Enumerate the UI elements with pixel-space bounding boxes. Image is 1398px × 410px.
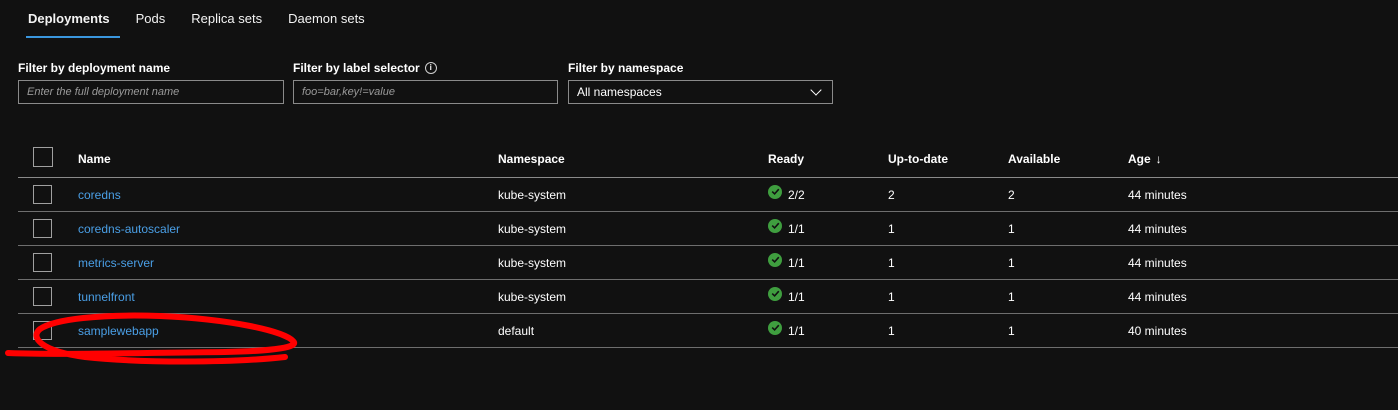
ready-value: 1/1	[788, 221, 805, 236]
namespace-filter: Filter by namespace All namespaces	[568, 60, 833, 104]
tab-deployments[interactable]: Deployments	[18, 0, 120, 38]
namespace-filter-label-text: Filter by namespace	[568, 61, 684, 75]
header-name[interactable]: Name	[78, 140, 111, 177]
available-cell: 1	[1008, 255, 1015, 270]
age-cell: 44 minutes	[1128, 187, 1187, 202]
deployment-name-link[interactable]: coredns	[78, 188, 121, 202]
table-row[interactable]: coredns kube-system 2/2 2 2 44 minutes	[18, 178, 1398, 212]
table-row[interactable]: metrics-server kube-system 1/1 1 1 44 minutes	[18, 246, 1398, 280]
age-cell: 44 minutes	[1128, 289, 1187, 304]
deployments-table: Name Namespace Ready Up-to-date Availabl…	[18, 140, 1398, 348]
up-to-date-cell: 1	[888, 289, 895, 304]
ready-cell: 1/1	[768, 212, 805, 245]
namespace-filter-label: Filter by namespace	[568, 60, 683, 76]
tab-bar: Deployments Pods Replica sets Daemon set…	[18, 0, 381, 38]
deployment-name-link[interactable]: tunnelfront	[78, 290, 135, 304]
info-icon[interactable]: i	[424, 62, 437, 74]
namespace-cell: kube-system	[498, 187, 567, 202]
chevron-down-icon	[810, 84, 822, 96]
ready-cell: 1/1	[768, 280, 805, 313]
age-cell: 44 minutes	[1128, 255, 1187, 270]
row-checkbox[interactable]	[33, 321, 52, 340]
namespace-cell: default	[498, 323, 535, 338]
namespace-cell: kube-system	[498, 255, 567, 270]
namespace-select-value: All namespaces	[577, 85, 662, 99]
up-to-date-cell: 1	[888, 323, 895, 338]
available-cell: 1	[1008, 221, 1015, 236]
tab-replica-sets[interactable]: Replica sets	[181, 0, 272, 38]
namespace-cell: kube-system	[498, 289, 567, 304]
check-circle-icon	[768, 184, 782, 199]
select-all-checkbox[interactable]	[33, 147, 53, 167]
table-row[interactable]: coredns-autoscaler kube-system 1/1 1 1 44 min…	[18, 212, 1398, 246]
label-selector-filter-label: Filter by label selector i	[293, 60, 437, 76]
row-checkbox[interactable]	[33, 253, 52, 272]
check-circle-icon	[768, 218, 782, 233]
up-to-date-cell: 2	[888, 187, 895, 202]
deployment-name-input[interactable]	[18, 80, 284, 104]
header-up-to-date[interactable]: Up-to-date	[888, 140, 948, 177]
ready-value: 1/1	[788, 289, 805, 304]
table-row[interactable]: tunnelfront kube-system 1/1 1 1 44 minutes	[18, 280, 1398, 314]
age-cell: 44 minutes	[1128, 221, 1187, 236]
table-row[interactable]: samplewebapp default 1/1 1 1 40 minutes	[18, 314, 1398, 348]
row-checkbox[interactable]	[33, 287, 52, 306]
row-checkbox[interactable]	[33, 219, 52, 238]
header-age[interactable]: Age ↓	[1128, 140, 1162, 177]
ready-value: 2/2	[788, 187, 805, 202]
label-selector-filter-label-text: Filter by label selector	[293, 61, 420, 75]
namespace-select[interactable]: All namespaces	[568, 80, 833, 104]
tab-daemon-sets[interactable]: Daemon sets	[278, 0, 375, 38]
available-cell: 1	[1008, 323, 1015, 338]
check-circle-icon	[768, 320, 782, 335]
ready-cell: 1/1	[768, 314, 805, 347]
deployment-name-link[interactable]: samplewebapp	[78, 324, 159, 338]
header-available[interactable]: Available	[1008, 140, 1060, 177]
table-body: coredns kube-system 2/2 2 2 44 minutes coredns…	[18, 178, 1398, 348]
ready-cell: 2/2	[768, 178, 805, 211]
ready-value: 1/1	[788, 323, 805, 338]
up-to-date-cell: 1	[888, 221, 895, 236]
deployment-name-filter-label-text: Filter by deployment name	[18, 61, 171, 75]
header-namespace[interactable]: Namespace	[498, 140, 565, 177]
deployment-name-filter: Filter by deployment name	[18, 60, 284, 104]
up-to-date-cell: 1	[888, 255, 895, 270]
header-ready[interactable]: Ready	[768, 140, 804, 177]
ready-cell: 1/1	[768, 246, 805, 279]
header-age-label: Age	[1128, 151, 1151, 166]
check-circle-icon	[768, 252, 782, 267]
row-checkbox[interactable]	[33, 185, 52, 204]
ready-value: 1/1	[788, 255, 805, 270]
available-cell: 2	[1008, 187, 1015, 202]
label-selector-filter: Filter by label selector i	[293, 60, 558, 104]
deployment-name-link[interactable]: metrics-server	[78, 256, 154, 270]
table-header-row: Name Namespace Ready Up-to-date Availabl…	[18, 140, 1398, 178]
check-circle-icon	[768, 286, 782, 301]
sort-descending-icon: ↓	[1155, 151, 1162, 166]
deployment-name-link[interactable]: coredns-autoscaler	[78, 222, 180, 236]
deployment-name-filter-label: Filter by deployment name	[18, 60, 170, 76]
namespace-cell: kube-system	[498, 221, 567, 236]
age-cell: 40 minutes	[1128, 323, 1187, 338]
available-cell: 1	[1008, 289, 1015, 304]
label-selector-input[interactable]	[293, 80, 558, 104]
tab-pods[interactable]: Pods	[126, 0, 176, 38]
